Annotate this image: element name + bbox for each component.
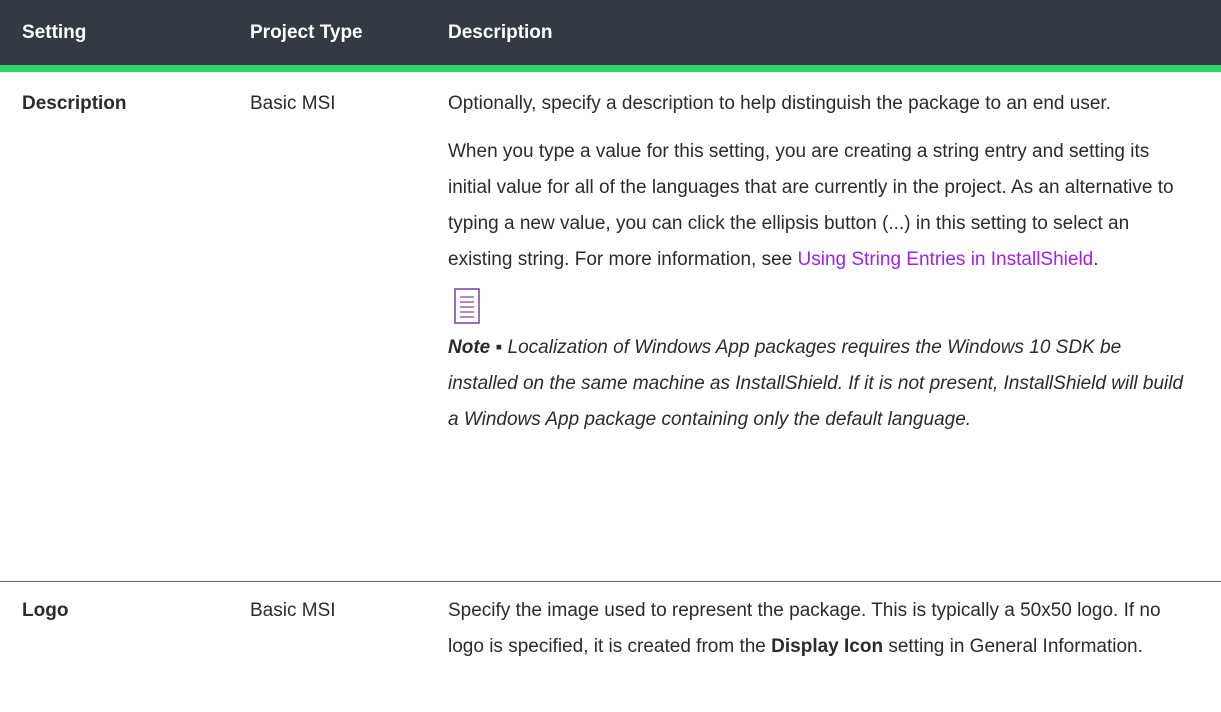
setting-name: Logo [22, 600, 69, 621]
table-row: Logo Basic MSI Specify the image used to… [0, 582, 1221, 675]
header-setting: Setting [22, 21, 87, 43]
description-cell: Optionally, specify a description to hel… [426, 86, 1221, 448]
note-label: Note [448, 337, 491, 358]
header-description: Description [448, 21, 553, 43]
string-entries-link[interactable]: Using String Entries in InstallShield [798, 249, 1094, 270]
note-separator: ▪ [490, 337, 508, 358]
table-header: Setting Project Type Description [0, 0, 1221, 72]
table-row: Description Basic MSI Optionally, specif… [0, 72, 1221, 582]
header-project-type: Project Type [250, 21, 363, 43]
setting-name: Description [22, 93, 127, 114]
description-paragraph: Optionally, specify a description to hel… [448, 93, 1111, 114]
note-text: Note ▪ Localization of Windows App packa… [448, 330, 1195, 438]
project-type: Basic MSI [250, 93, 336, 114]
paragraph-text-end: . [1093, 249, 1099, 270]
description-paragraph: Specify the image used to represent the … [448, 593, 1195, 665]
display-icon-term: Display Icon [771, 636, 884, 657]
paragraph-text-end: setting in General Information. [883, 636, 1143, 657]
description-paragraph: When you type a value for this setting, … [448, 134, 1195, 278]
settings-table: Setting Project Type Description Descrip… [0, 0, 1221, 675]
note-icon [454, 288, 480, 324]
note-body: Localization of Windows App packages req… [448, 337, 1184, 430]
project-type: Basic MSI [250, 600, 336, 621]
description-cell: Specify the image used to represent the … [426, 593, 1221, 675]
